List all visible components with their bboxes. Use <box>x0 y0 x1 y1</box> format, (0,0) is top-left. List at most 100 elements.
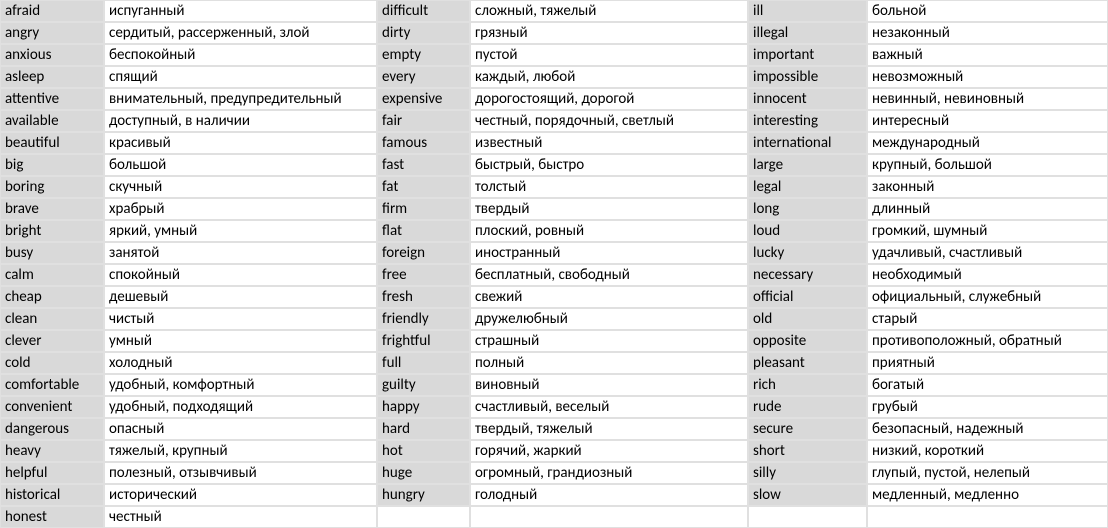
word-en: official <box>748 286 867 308</box>
word-en: interesting <box>748 110 867 132</box>
word-en: calm <box>0 264 104 286</box>
word-ru: сложный, тяжелый <box>470 0 748 22</box>
word-en: firm <box>377 198 470 220</box>
word-ru: быстрый, быстро <box>470 154 748 176</box>
word-ru: плоский, ровный <box>470 220 748 242</box>
word-ru: приятный <box>867 352 1108 374</box>
empty-cell <box>867 506 1108 528</box>
word-ru: важный <box>867 44 1108 66</box>
word-en: legal <box>748 176 867 198</box>
word-ru: противоположный, обратный <box>867 330 1108 352</box>
word-en: heavy <box>0 440 104 462</box>
word-ru: богатый <box>867 374 1108 396</box>
word-ru: бесплатный, свободный <box>470 264 748 286</box>
word-en: ill <box>748 0 867 22</box>
word-en: huge <box>377 462 470 484</box>
word-ru: свежий <box>470 286 748 308</box>
word-en: large <box>748 154 867 176</box>
word-en: happy <box>377 396 470 418</box>
word-ru: официальный, служебный <box>867 286 1108 308</box>
empty-cell <box>377 506 470 528</box>
word-ru: занятой <box>104 242 377 264</box>
word-ru: твердый, тяжелый <box>470 418 748 440</box>
word-en: innocent <box>748 88 867 110</box>
word-ru: медленный, медленно <box>867 484 1108 506</box>
word-ru: умный <box>104 330 377 352</box>
word-ru: виновный <box>470 374 748 396</box>
word-ru: испуганный <box>104 0 377 22</box>
word-en: attentive <box>0 88 104 110</box>
word-ru: тяжелый, крупный <box>104 440 377 462</box>
word-en: long <box>748 198 867 220</box>
word-ru: каждый, любой <box>470 66 748 88</box>
word-ru: грубый <box>867 396 1108 418</box>
word-en: dangerous <box>0 418 104 440</box>
word-en: cold <box>0 352 104 374</box>
word-ru: чистый <box>104 308 377 330</box>
word-en: afraid <box>0 0 104 22</box>
word-en: famous <box>377 132 470 154</box>
word-ru: глупый, пустой, нелепый <box>867 462 1108 484</box>
word-ru: доступный, в наличии <box>104 110 377 132</box>
word-en: guilty <box>377 374 470 396</box>
word-en: free <box>377 264 470 286</box>
word-en: rude <box>748 396 867 418</box>
word-en: available <box>0 110 104 132</box>
word-en: fair <box>377 110 470 132</box>
word-en: hard <box>377 418 470 440</box>
word-en: friendly <box>377 308 470 330</box>
word-en: illegal <box>748 22 867 44</box>
word-ru: храбрый <box>104 198 377 220</box>
word-en: dirty <box>377 22 470 44</box>
word-en: hungry <box>377 484 470 506</box>
word-ru: горячий, жаркий <box>470 440 748 462</box>
word-en: frightful <box>377 330 470 352</box>
word-ru: дешевый <box>104 286 377 308</box>
word-ru: исторический <box>104 484 377 506</box>
word-en: opposite <box>748 330 867 352</box>
word-en: important <box>748 44 867 66</box>
word-ru: невинный, невиновный <box>867 88 1108 110</box>
word-ru: скучный <box>104 176 377 198</box>
word-en: foreign <box>377 242 470 264</box>
word-ru: полный <box>470 352 748 374</box>
word-ru: страшный <box>470 330 748 352</box>
word-ru: дружелюбный <box>470 308 748 330</box>
word-en: rich <box>748 374 867 396</box>
word-en: busy <box>0 242 104 264</box>
word-ru: пустой <box>470 44 748 66</box>
word-en: comfortable <box>0 374 104 396</box>
word-en: empty <box>377 44 470 66</box>
word-en: short <box>748 440 867 462</box>
word-ru: иностранный <box>470 242 748 264</box>
word-en: impossible <box>748 66 867 88</box>
word-en: pleasant <box>748 352 867 374</box>
word-en: difficult <box>377 0 470 22</box>
word-ru: незаконный <box>867 22 1108 44</box>
word-en: anxious <box>0 44 104 66</box>
word-en: hot <box>377 440 470 462</box>
word-en: old <box>748 308 867 330</box>
word-ru: полезный, отзывчивый <box>104 462 377 484</box>
vocabulary-table: afraidиспуганныйdifficultсложный, тяжелы… <box>0 0 1108 528</box>
empty-cell <box>470 506 748 528</box>
word-en: big <box>0 154 104 176</box>
word-ru: невозможный <box>867 66 1108 88</box>
word-ru: удачливый, счастливый <box>867 242 1108 264</box>
word-ru: удобный, подходящий <box>104 396 377 418</box>
word-ru: честный, порядочный, светлый <box>470 110 748 132</box>
word-en: silly <box>748 462 867 484</box>
word-en: brave <box>0 198 104 220</box>
word-en: full <box>377 352 470 374</box>
word-ru: больной <box>867 0 1108 22</box>
word-en: secure <box>748 418 867 440</box>
word-ru: беспокойный <box>104 44 377 66</box>
word-ru: известный <box>470 132 748 154</box>
word-ru: опасный <box>104 418 377 440</box>
word-en: helpful <box>0 462 104 484</box>
word-en: clean <box>0 308 104 330</box>
word-ru: красивый <box>104 132 377 154</box>
word-ru: старый <box>867 308 1108 330</box>
word-ru: спокойный <box>104 264 377 286</box>
word-en: cheap <box>0 286 104 308</box>
